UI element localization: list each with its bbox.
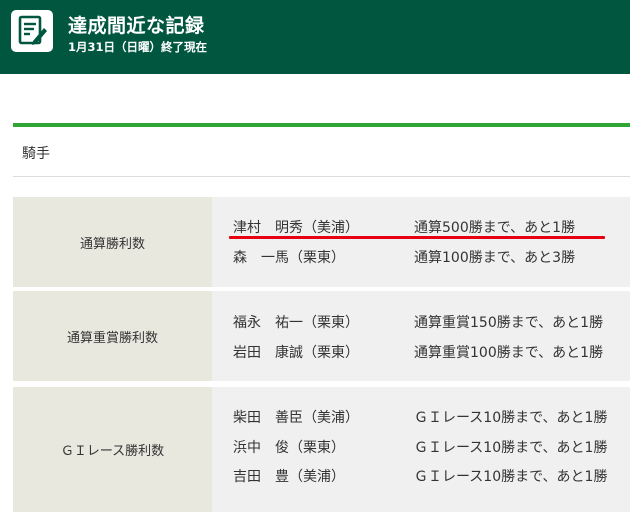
jockey-name: 吉田 豊（美浦）: [233, 469, 345, 485]
record-category: 通算勝利数: [13, 197, 212, 287]
edit-note-icon: [11, 10, 53, 52]
jockey-name: 浜中 俊（栗東）: [233, 440, 345, 456]
page-title: 達成間近な記録: [68, 15, 205, 37]
record-note: ＧＩレース10勝まで、あと1勝: [414, 410, 608, 426]
as-of-date: 1月31日（日曜）終了現在: [68, 40, 208, 54]
record-row-graded-wins: 通算重賞勝利数 福永 祐一（栗東） 通算重賞150勝まで、あと1勝 岩田 康誠（…: [13, 291, 630, 381]
jockey-name: 柴田 善臣（美浦）: [233, 410, 359, 426]
jockey-name: 森 一馬（栗東）: [233, 250, 345, 266]
highlight-underline: [229, 236, 605, 239]
record-row-g1-wins: ＧＩレース勝利数 柴田 善臣（美浦） ＧＩレース10勝まで、あと1勝 浜中 俊（…: [13, 387, 630, 512]
record-note: 通算重賞150勝まで、あと1勝: [414, 315, 604, 331]
record-row-career-wins: 通算勝利数 津村 明秀（美浦） 通算500勝まで、あと1勝 森 一馬（栗東） 通…: [13, 197, 630, 287]
section-title: 騎手: [22, 146, 50, 162]
record-note: 通算500勝まで、あと1勝: [414, 220, 576, 236]
record-note: 通算100勝まで、あと3勝: [414, 250, 576, 266]
jockey-name: 福永 祐一（栗東）: [233, 315, 359, 331]
record-entry: 岩田 康誠（栗東） 通算重賞100勝まで、あと1勝: [233, 342, 623, 362]
jockey-name: 岩田 康誠（栗東）: [233, 345, 359, 361]
record-entry: 福永 祐一（栗東） 通算重賞150勝まで、あと1勝: [233, 312, 623, 332]
record-entry: 浜中 俊（栗東） ＧＩレース10勝まで、あと1勝: [233, 437, 623, 457]
record-entry: 津村 明秀（美浦） 通算500勝まで、あと1勝: [233, 217, 623, 237]
section-divider: [13, 123, 630, 127]
record-entry: 柴田 善臣（美浦） ＧＩレース10勝まで、あと1勝: [233, 407, 623, 427]
record-note: ＧＩレース10勝まで、あと1勝: [414, 440, 608, 456]
record-note: ＧＩレース10勝まで、あと1勝: [414, 469, 608, 485]
record-category: ＧＩレース勝利数: [13, 387, 212, 512]
page-header: 達成間近な記録 1月31日（日曜）終了現在: [0, 0, 630, 74]
section-underline: [13, 176, 630, 177]
jockey-name: 津村 明秀（美浦）: [233, 220, 359, 236]
record-note: 通算重賞100勝まで、あと1勝: [414, 345, 604, 361]
record-entry: 森 一馬（栗東） 通算100勝まで、あと3勝: [233, 247, 623, 267]
record-entry: 吉田 豊（美浦） ＧＩレース10勝まで、あと1勝: [233, 466, 623, 486]
record-category: 通算重賞勝利数: [13, 291, 212, 381]
